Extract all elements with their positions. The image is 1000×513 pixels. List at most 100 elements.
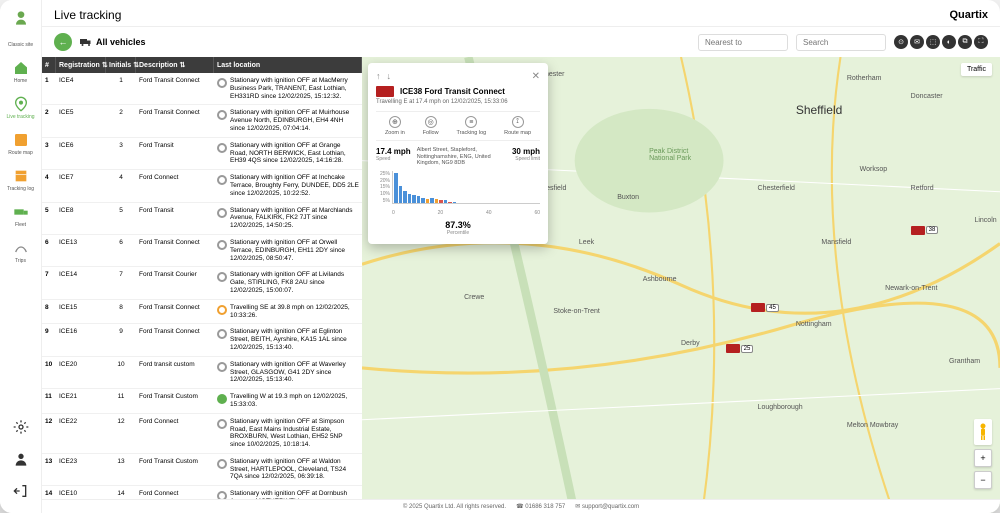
histogram-bar	[403, 191, 407, 203]
map-city-label: Melton Mowbray	[847, 422, 898, 429]
hdr-icon-1[interactable]: ⊙	[894, 35, 908, 49]
status-icon	[217, 110, 227, 120]
titlebar: Live tracking Quartix	[42, 0, 1000, 27]
back-button[interactable]: ←	[54, 33, 72, 51]
table-header: # Registration ⇅ Initials ⇅ Description …	[42, 57, 362, 73]
col-location[interactable]: Last location	[214, 57, 362, 73]
table-row[interactable]: 1ICE41Ford Transit ConnectStationary wit…	[42, 73, 362, 105]
histogram-bar	[426, 199, 430, 203]
nearest-input[interactable]	[698, 34, 788, 51]
vehicle-marker[interactable]: 45	[751, 303, 779, 312]
table-row[interactable]: 7ICE147Ford Transit CourierStationary wi…	[42, 267, 362, 299]
map[interactable]: SheffieldRotherhamDoncasterStoke-on-Tren…	[362, 57, 1000, 513]
limit-stat: 30 mph Speed limit	[512, 147, 540, 162]
col-index[interactable]: #	[42, 57, 56, 73]
table-row[interactable]: 6ICE136Ford Transit ConnectStationary wi…	[42, 235, 362, 267]
table-row[interactable]: 12ICE2212Ford ConnectStationary with ign…	[42, 414, 362, 454]
status-icon	[217, 362, 227, 372]
histogram-bar	[435, 199, 439, 203]
hdr-icon-2[interactable]: ✉	[910, 35, 924, 49]
popup-action-route[interactable]: ⟟Route map	[504, 116, 531, 136]
table-row[interactable]: 10ICE2010Ford transit customStationary w…	[42, 357, 362, 389]
percentile: 87.3% Percentile	[376, 220, 540, 236]
settings-icon[interactable]	[13, 419, 29, 435]
nav-route-map[interactable]: Route map	[5, 128, 37, 160]
traffic-toggle[interactable]: Traffic	[961, 63, 992, 76]
hdr-icon-5[interactable]: ⧉	[958, 35, 972, 49]
histogram-bar	[430, 198, 434, 203]
table-row[interactable]: 9ICE169Ford Transit ConnectStationary wi…	[42, 324, 362, 356]
nav-home[interactable]: Home	[5, 56, 37, 88]
col-registration[interactable]: Registration ⇅	[56, 57, 106, 73]
brand-text: Quartix	[949, 9, 988, 21]
nav-classic[interactable]: Classic site	[5, 38, 37, 52]
zoom-out-button[interactable]: −	[974, 471, 992, 489]
nav-tracking-log[interactable]: Tracking log	[5, 164, 37, 196]
status-icon	[217, 175, 227, 185]
truck-icon	[376, 86, 394, 97]
histogram-bar	[439, 200, 443, 203]
histogram-bar	[421, 198, 425, 203]
user-icon[interactable]	[13, 451, 29, 467]
table-row[interactable]: 2ICE52Ford Transit ConnectStationary wit…	[42, 105, 362, 137]
logout-icon[interactable]	[13, 483, 29, 499]
table-row[interactable]: 8ICE158Ford Transit ConnectTravelling SE…	[42, 300, 362, 325]
header-icons: ⊙ ✉ ⬚ ◐ ⧉ ⛶	[894, 35, 988, 49]
table-row[interactable]: 3ICE63Ford TransitStationary with igniti…	[42, 138, 362, 170]
hdr-icon-6[interactable]: ⛶	[974, 35, 988, 49]
nav-trips[interactable]: Trips	[5, 236, 37, 268]
status-icon	[217, 305, 227, 315]
popup-title: ICE38 Ford Transit Connect	[400, 87, 505, 96]
histogram-bar	[399, 186, 403, 203]
popup-action-zoom[interactable]: ⊕Zoom in	[385, 116, 405, 136]
table-row[interactable]: 11ICE2111Ford Transit CustomTravelling W…	[42, 389, 362, 414]
map-city-label: Rotherham	[847, 75, 882, 82]
nav-live-tracking[interactable]: Live tracking	[5, 92, 37, 124]
table-body: 1ICE41Ford Transit ConnectStationary wit…	[42, 73, 362, 513]
map-city-label: Doncaster	[911, 93, 943, 100]
popup-address: Albert Street, Stapleford, Nottinghamshi…	[415, 147, 508, 167]
status-icon	[217, 272, 227, 282]
map-city-label: Derby	[681, 340, 700, 347]
popup-action-log[interactable]: ≡Tracking log	[456, 116, 486, 136]
map-city-label: Retford	[911, 185, 934, 192]
histogram-bar	[444, 200, 448, 203]
table-row[interactable]: 4ICE74Ford ConnectStationary with igniti…	[42, 170, 362, 202]
vehicle-filter[interactable]: All vehicles	[80, 37, 146, 47]
popup-prev[interactable]: ↑	[376, 71, 381, 82]
vehicle-popup: ↑ ↓ ✕ ICE38 Ford Transit Connect Travell…	[368, 63, 548, 244]
histogram-bar	[417, 196, 421, 202]
map-city-label: Ashbourne	[643, 276, 677, 283]
zoom-in-button[interactable]: +	[974, 449, 992, 467]
map-city-label: Mansfield	[821, 239, 851, 246]
vehicle-marker[interactable]: 38	[911, 226, 939, 235]
table-row[interactable]: 5ICE85Ford TransitStationary with igniti…	[42, 203, 362, 235]
map-city-label: Loughborough	[758, 404, 803, 411]
status-icon	[217, 208, 227, 218]
col-description[interactable]: Description ⇅	[136, 57, 214, 73]
map-city-label: Stoke-on-Trent	[553, 308, 599, 315]
footer: © 2025 Quartix Ltd. All rights reserved.…	[42, 499, 1000, 513]
histogram-bar	[412, 195, 416, 203]
vehicle-marker[interactable]: 25	[726, 344, 754, 353]
histogram-bar	[408, 194, 412, 203]
search-input[interactable]	[796, 34, 886, 51]
popup-next[interactable]: ↓	[387, 71, 392, 82]
status-icon	[217, 143, 227, 153]
table-row[interactable]: 13ICE2313Ford Transit CustomStationary w…	[42, 454, 362, 486]
histogram-bar	[394, 173, 398, 202]
status-icon	[217, 419, 227, 429]
histogram-bar	[448, 202, 452, 203]
main: Live tracking Quartix ← All vehicles ⊙ ✉…	[42, 0, 1000, 513]
vehicle-table: # Registration ⇅ Initials ⇅ Description …	[42, 57, 362, 513]
popup-subtitle: Travelling E at 17.4 mph on 12/02/2025, …	[376, 99, 540, 105]
status-icon	[217, 78, 227, 88]
popup-close[interactable]: ✕	[532, 71, 540, 82]
hdr-icon-4[interactable]: ◐	[942, 35, 956, 49]
col-initials[interactable]: Initials ⇅	[106, 57, 136, 73]
nav-fleet[interactable]: Fleet	[5, 200, 37, 232]
pegman[interactable]	[974, 419, 992, 445]
popup-action-follow[interactable]: ◎Follow	[423, 116, 439, 136]
speed-histogram: 25%20%15%10%5% 0204060	[376, 171, 540, 216]
hdr-icon-3[interactable]: ⬚	[926, 35, 940, 49]
